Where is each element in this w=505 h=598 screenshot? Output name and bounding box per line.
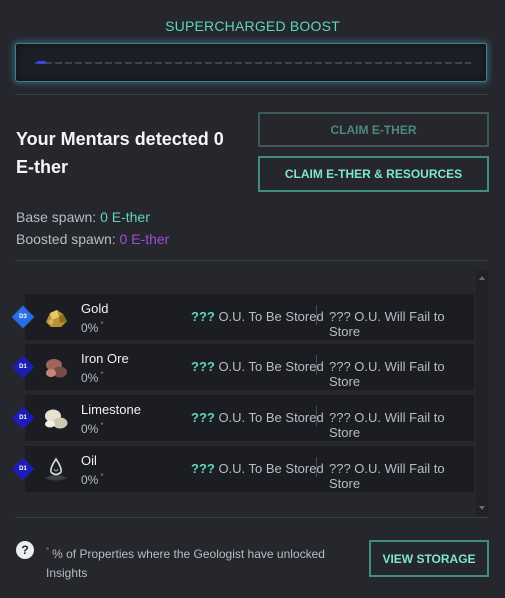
list-scrollbar[interactable] bbox=[476, 270, 488, 516]
oil-icon bbox=[45, 457, 67, 481]
resource-name: Limestone bbox=[81, 402, 141, 417]
boosted-spawn-value: 0 E-ther bbox=[119, 231, 170, 247]
to-be-stored: ??? O.U. To Be Stored bbox=[191, 410, 324, 425]
resource-row-limestone: D1 Limestone 0% * ??? O.U. To Be Stored ?… bbox=[11, 395, 474, 441]
resource-name: Oil bbox=[81, 453, 97, 468]
limestone-icon bbox=[45, 409, 68, 429]
resource-row-oil: D1 Oil 0% * ??? O.U. To Be Stored ??? O.U… bbox=[11, 446, 474, 492]
divider bbox=[15, 94, 488, 95]
claim-ether-button[interactable]: CLAIM E-THER bbox=[258, 112, 489, 147]
to-be-stored: ??? O.U. To Be Stored bbox=[191, 309, 324, 324]
iron-ore-icon bbox=[46, 359, 67, 378]
divider bbox=[15, 517, 488, 518]
boosted-spawn-label: Boosted spawn: bbox=[16, 231, 120, 247]
fail-to-store: ??? O.U. Will Fail to Store bbox=[329, 461, 445, 491]
tier-badge: D1 bbox=[11, 355, 35, 379]
resource-list[interactable]: D3 Gold 0% * ??? O.U. To Be Stored ??? O.… bbox=[11, 270, 488, 516]
divider bbox=[15, 260, 488, 261]
resource-percent: 0% * bbox=[81, 472, 104, 487]
fail-to-store: ??? O.U. Will Fail to Store bbox=[329, 410, 445, 440]
column-separator bbox=[316, 305, 317, 325]
boost-fill bbox=[37, 61, 46, 64]
resource-row-gold: D3 Gold 0% * ??? O.U. To Be Stored ??? O.… bbox=[11, 294, 474, 340]
scroll-down-icon[interactable] bbox=[479, 506, 485, 510]
boost-progress-bar bbox=[15, 43, 487, 82]
resource-name: Iron Ore bbox=[81, 351, 129, 366]
column-separator bbox=[316, 355, 317, 375]
fail-to-store: ??? O.U. Will Fail to Store bbox=[329, 309, 445, 339]
to-be-stored: ??? O.U. To Be Stored bbox=[191, 359, 324, 374]
tier-badge: D1 bbox=[11, 406, 35, 430]
base-spawn: Base spawn: 0 E-ther bbox=[16, 209, 150, 225]
gold-nugget-icon bbox=[46, 310, 67, 327]
column-separator bbox=[316, 457, 317, 477]
help-icon[interactable]: ? bbox=[16, 541, 34, 559]
insights-note: *% of Properties where the Geologist hav… bbox=[46, 546, 325, 580]
view-storage-button[interactable]: VIEW STORAGE bbox=[369, 540, 489, 577]
resource-percent: 0% * bbox=[81, 421, 104, 436]
base-spawn-value: 0 E-ther bbox=[100, 209, 150, 225]
claim-ether-resources-button[interactable]: CLAIM E-THER & RESOURCES bbox=[258, 156, 489, 192]
tier-badge: D1 bbox=[11, 457, 35, 481]
resource-name: Gold bbox=[81, 301, 109, 316]
boost-track bbox=[35, 62, 471, 64]
column-separator bbox=[316, 406, 317, 426]
resource-percent: 0% * bbox=[81, 370, 104, 385]
fail-to-store: ??? O.U. Will Fail to Store bbox=[329, 359, 445, 389]
tier-badge: D3 bbox=[11, 305, 35, 329]
base-spawn-label: Base spawn: bbox=[16, 209, 101, 225]
resource-percent: 0% * bbox=[81, 320, 104, 335]
resource-row-iron-ore: D1 Iron Ore 0% * ??? O.U. To Be Stored ??… bbox=[11, 344, 474, 390]
to-be-stored: ??? O.U. To Be Stored bbox=[191, 461, 324, 476]
boost-title: SUPERCHARGED BOOST bbox=[165, 18, 340, 34]
scroll-up-icon[interactable] bbox=[479, 276, 485, 280]
detected-summary: Your Mentars detected 0 E-ther bbox=[16, 129, 224, 177]
boosted-spawn: Boosted spawn: 0 E-ther bbox=[16, 231, 169, 247]
